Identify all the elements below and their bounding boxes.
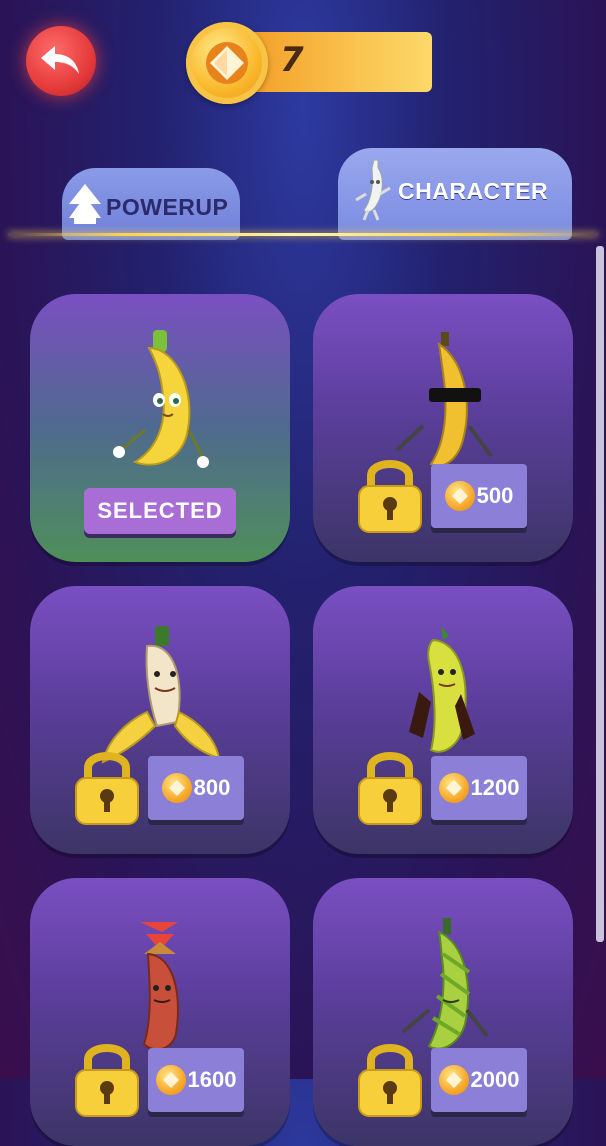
tab-divider bbox=[8, 233, 598, 236]
price-badge[interactable]: 1600 bbox=[148, 1048, 244, 1112]
price-value: 1200 bbox=[470, 775, 520, 800]
coin-count: 7 bbox=[280, 40, 304, 80]
arrow-up-icon bbox=[69, 184, 101, 224]
coin-icon bbox=[444, 481, 475, 511]
price-value: 800 bbox=[193, 775, 231, 800]
character-card-crowned[interactable]: 1200 bbox=[313, 586, 573, 854]
price-badge[interactable]: 500 bbox=[431, 464, 527, 528]
back-button[interactable] bbox=[26, 26, 96, 96]
lock-icon bbox=[75, 752, 139, 825]
coin-icon bbox=[161, 773, 192, 803]
price-value: 500 bbox=[476, 483, 514, 508]
lock-icon bbox=[358, 1044, 422, 1117]
character-card-propeller[interactable]: 1600 bbox=[30, 878, 290, 1146]
price-badge[interactable]: 2000 bbox=[431, 1048, 527, 1112]
price-badge[interactable]: 1200 bbox=[431, 756, 527, 820]
lock-icon bbox=[358, 460, 422, 533]
tab-character-label: CHARACTER bbox=[398, 177, 549, 204]
coin-icon bbox=[186, 22, 268, 104]
back-arrow-icon bbox=[41, 46, 79, 74]
character-card-cool[interactable]: 500 bbox=[313, 294, 573, 562]
selected-badge: SELECTED bbox=[84, 488, 236, 534]
coin-icon bbox=[438, 773, 469, 803]
lock-icon bbox=[358, 752, 422, 825]
character-card-classic[interactable]: SELECTED bbox=[30, 294, 290, 562]
lock-icon bbox=[75, 1044, 139, 1117]
coin-icon bbox=[155, 1065, 186, 1095]
price-value: 1600 bbox=[187, 1067, 237, 1092]
banana-character-icon bbox=[355, 159, 391, 221]
character-card-striped[interactable]: 2000 bbox=[313, 878, 573, 1146]
tab-powerup-label: POWERUP bbox=[106, 193, 229, 220]
coin-icon bbox=[438, 1065, 469, 1095]
tab-character[interactable]: CHARACTER bbox=[338, 148, 572, 240]
price-badge[interactable]: 800 bbox=[148, 756, 244, 820]
price-value: 2000 bbox=[470, 1067, 520, 1092]
character-card-peeled[interactable]: 800 bbox=[30, 586, 290, 854]
classic-banana-character bbox=[113, 330, 209, 468]
scrollbar[interactable] bbox=[596, 246, 604, 942]
tab-powerup[interactable]: POWERUP bbox=[62, 168, 240, 240]
